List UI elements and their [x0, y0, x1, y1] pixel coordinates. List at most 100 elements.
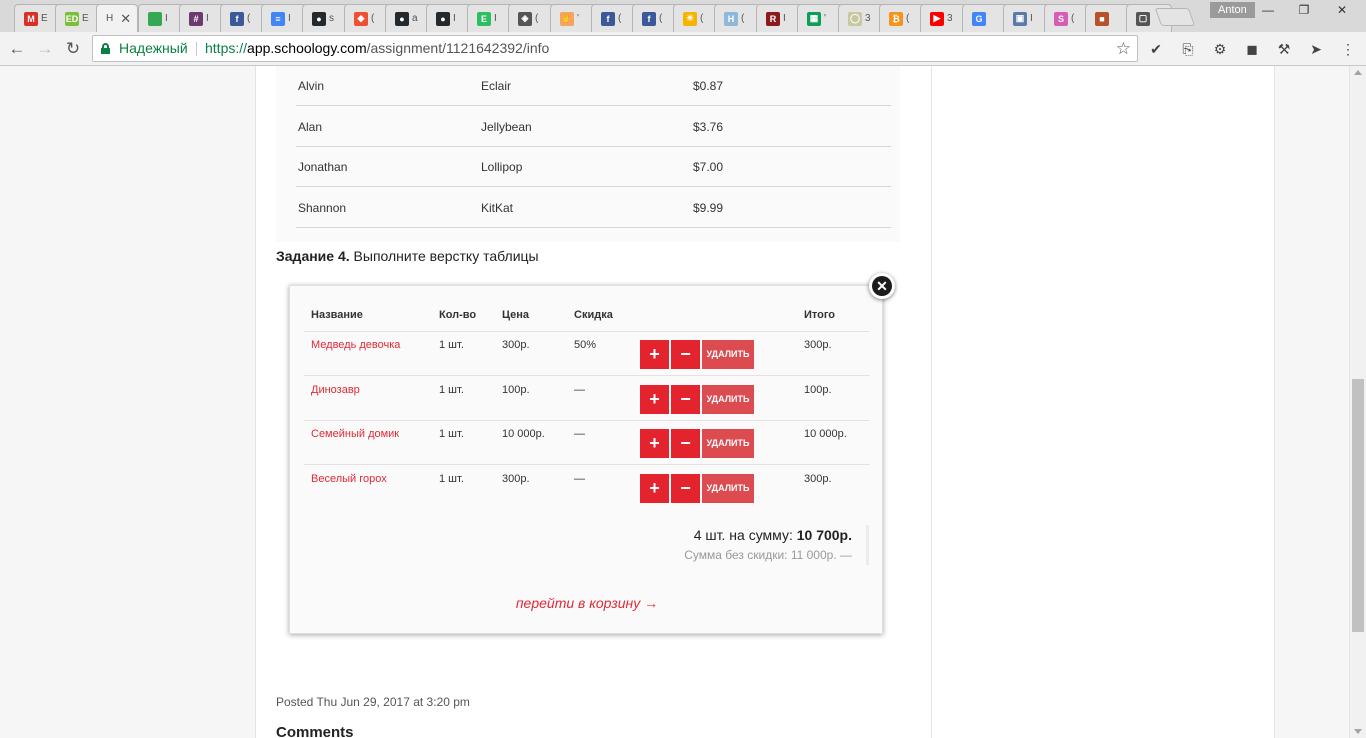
- menu-icon[interactable]: ⋮: [1340, 41, 1356, 57]
- cart-cell-discount: —: [574, 383, 585, 396]
- hand-icon: ✋: [560, 11, 574, 26]
- tab-title: (: [1071, 13, 1075, 24]
- cart-cell-discount: —: [574, 428, 585, 440]
- cart-summary: 4 шт. на сумму: 10 700р. Сумма без скидк…: [684, 527, 852, 562]
- back-button[interactable]: ←: [6, 39, 28, 59]
- address-bar[interactable]: Надежный https://app.schoology.com/assig…: [92, 35, 1138, 62]
- browser-tab[interactable]: H ✕: [96, 4, 138, 32]
- browser-tab[interactable]: ◆(: [344, 4, 390, 32]
- shield-icon: ◈: [518, 11, 532, 26]
- browser-tab[interactable]: ▣ I: [1003, 4, 1049, 32]
- cart-cell-name[interactable]: Веселый горох: [311, 473, 387, 485]
- decrease-qty-button[interactable]: −: [671, 429, 700, 458]
- browser-tab[interactable]: I: [138, 4, 184, 32]
- cart-cell-name[interactable]: Медведь девочка: [311, 339, 400, 351]
- pdf-icon[interactable]: ⎘: [1180, 41, 1196, 57]
- browser-tab[interactable]: ≡ I: [261, 4, 307, 32]
- delete-item-button[interactable]: УДАЛИТЬ: [702, 473, 754, 503]
- browser-tab[interactable]: ◈(: [508, 4, 554, 32]
- delete-item-button[interactable]: УДАЛИТЬ: [702, 384, 754, 414]
- go-to-cart-link[interactable]: перейти в корзину →: [290, 595, 884, 611]
- browser-tab[interactable]: # I: [179, 4, 225, 32]
- browser-tab[interactable]: ◯ 3: [838, 4, 884, 32]
- browser-tab[interactable]: f(: [632, 4, 678, 32]
- reload-button[interactable]: ↻: [62, 39, 84, 59]
- cell-name: Alan: [298, 119, 323, 134]
- browser-tab[interactable]: RI: [756, 4, 802, 32]
- browser-tab[interactable]: ● s: [302, 4, 348, 32]
- cell-item: Lollipop: [481, 160, 523, 174]
- browser-tab[interactable]: ● a: [385, 4, 431, 32]
- close-window-button[interactable]: ✕: [1322, 0, 1362, 20]
- increase-qty-button[interactable]: +: [640, 340, 669, 369]
- tab-title: ': [577, 13, 579, 24]
- tab-title: s: [329, 13, 334, 24]
- tab-title: I: [288, 13, 291, 24]
- browser-tab[interactable]: ▦ ': [797, 4, 843, 32]
- cursor-icon[interactable]: ➤: [1308, 41, 1324, 57]
- google-icon: G: [972, 11, 986, 26]
- scroll-down-arrow-icon[interactable]: [1354, 729, 1362, 734]
- tab-title: (: [741, 13, 745, 24]
- minimize-button[interactable]: —: [1248, 0, 1288, 20]
- table-row: Shannon KitKat $9.99: [296, 188, 891, 228]
- cart-cell-price: 100р.: [502, 383, 530, 396]
- cell-name: Jonathan: [298, 160, 348, 174]
- browser-tab[interactable]: S(: [1044, 4, 1090, 32]
- cart-cell-name[interactable]: Семейный домик: [311, 428, 399, 440]
- gear-icon[interactable]: ⚙: [1212, 41, 1228, 57]
- new-tab-button[interactable]: [1154, 8, 1196, 26]
- sun-icon: ☀: [683, 11, 697, 26]
- tab-title: (: [371, 13, 375, 24]
- squares-icon: ■: [1095, 11, 1109, 26]
- browser-tab[interactable]: ☀(: [673, 4, 719, 32]
- gradient-icon[interactable]: ◼: [1244, 41, 1260, 57]
- table-row: Alvin Eclair $0.87: [296, 66, 891, 106]
- tab-close-icon[interactable]: ✕: [120, 11, 131, 27]
- hammer-icon[interactable]: ⚒: [1276, 41, 1292, 57]
- check-icon[interactable]: ✔: [1148, 41, 1164, 57]
- close-icon[interactable]: ✕: [869, 273, 895, 299]
- github-icon: ●: [395, 11, 409, 26]
- cart-cell-price: 300р.: [502, 339, 530, 351]
- example-table: Alvin Eclair $0.87 Alan Jellybean $3.76 Jonath…: [276, 66, 900, 242]
- browser-tab[interactable]: ED E: [55, 4, 101, 32]
- browser-tab[interactable]: EI: [467, 4, 513, 32]
- tab-title: (: [618, 13, 622, 24]
- browser-tab[interactable]: ■: [1085, 4, 1131, 32]
- facebook-icon: f: [601, 11, 615, 26]
- decrease-qty-button[interactable]: −: [671, 340, 700, 369]
- drive-icon: [148, 11, 162, 26]
- browser-tab[interactable]: ✋ ': [550, 4, 596, 32]
- image-icon: ▣: [1013, 11, 1027, 26]
- delete-item-button[interactable]: УДАЛИТЬ: [702, 340, 754, 369]
- url-scheme: https://: [205, 40, 248, 56]
- page-scrollbar[interactable]: [1349, 66, 1366, 738]
- browser-tab[interactable]: G: [962, 4, 1008, 32]
- tab-title: I: [206, 13, 209, 24]
- browser-tab[interactable]: ● I: [426, 4, 472, 32]
- scroll-up-arrow-icon[interactable]: [1354, 70, 1362, 75]
- browser-tab[interactable]: ▶ 3: [920, 4, 966, 32]
- forward-button[interactable]: →: [34, 39, 56, 59]
- tab-title: I: [165, 13, 168, 24]
- url-text[interactable]: https://app.schoology.com/assignment/112…: [205, 36, 549, 61]
- browser-tab[interactable]: ME: [14, 4, 60, 32]
- decrease-qty-button[interactable]: −: [671, 384, 700, 414]
- scroll-thumb[interactable]: [1352, 379, 1364, 632]
- increase-qty-button[interactable]: +: [640, 384, 669, 414]
- increase-qty-button[interactable]: +: [640, 473, 669, 503]
- browser-tab[interactable]: ₿(: [879, 4, 925, 32]
- decrease-qty-button[interactable]: −: [671, 473, 700, 503]
- git-icon: ◆: [354, 11, 368, 26]
- cart-cell-name[interactable]: Динозавр: [311, 384, 360, 396]
- delete-item-button[interactable]: УДАЛИТЬ: [702, 429, 754, 458]
- browser-tab[interactable]: H(: [714, 4, 760, 32]
- restore-button[interactable]: ❐: [1284, 0, 1324, 20]
- cart-row: Медведь девочка 1 шт. 300р. 50% 300р. + − УДАЛИ…: [304, 332, 870, 376]
- bookmark-star-icon[interactable]: ☆: [1116, 36, 1131, 61]
- table-row: Jonathan Lollipop $7.00: [296, 147, 891, 187]
- browser-tab[interactable]: f(: [220, 4, 266, 32]
- browser-tab[interactable]: f(: [591, 4, 637, 32]
- increase-qty-button[interactable]: +: [640, 429, 669, 458]
